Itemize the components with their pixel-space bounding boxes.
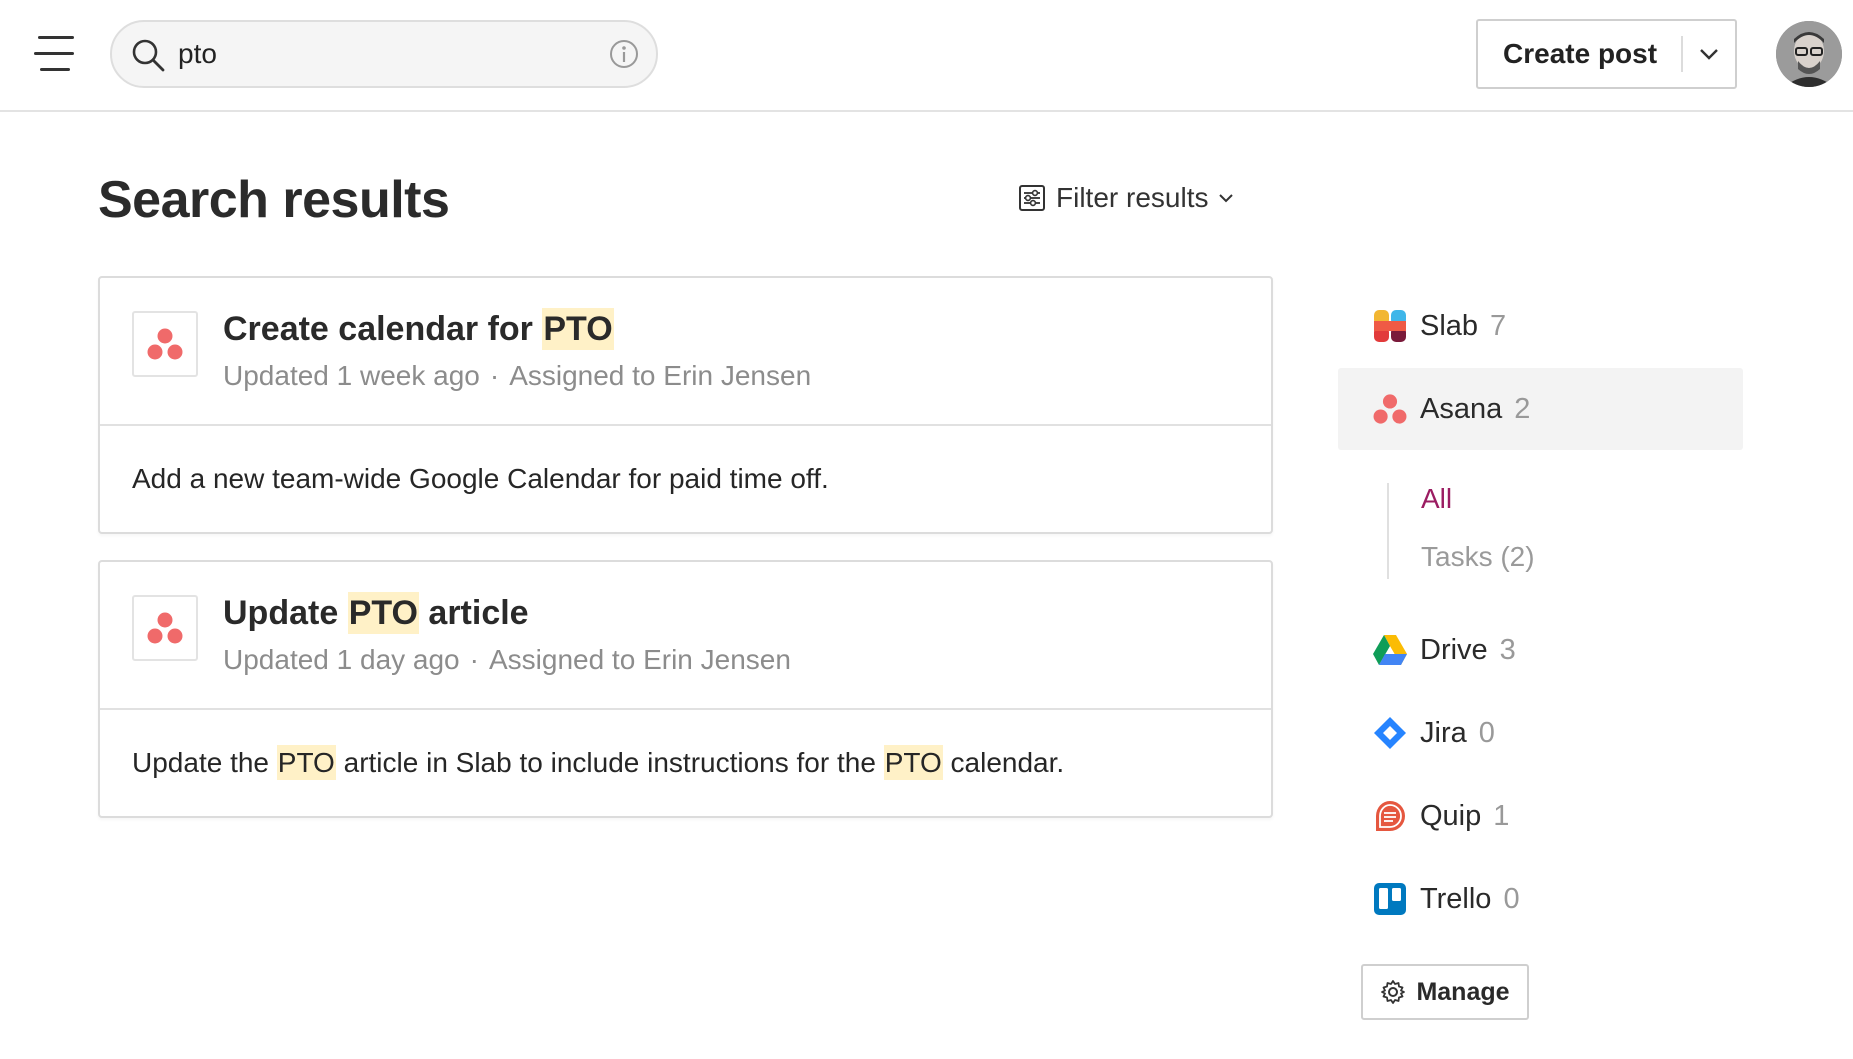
result-card[interactable]: Create calendar for PTO Updated 1 week a… — [98, 276, 1273, 534]
snippet-text: calendar. — [942, 747, 1065, 778]
source-name: Trello — [1420, 882, 1492, 915]
asana-icon — [147, 612, 183, 644]
source-count: 2 — [1514, 392, 1531, 425]
source-name: Slab — [1420, 309, 1479, 342]
result-assignee: Assigned to Erin Jensen — [509, 360, 812, 391]
app-root: Create post Search results — [0, 0, 1853, 1059]
result-title-text: Update — [223, 594, 348, 632]
result-title[interactable]: Create calendar for PTO — [223, 308, 614, 350]
source-filter-drive[interactable]: Drive 3 — [1338, 609, 1743, 691]
quip-icon — [1372, 798, 1408, 834]
result-assignee: Assigned to Erin Jensen — [488, 644, 791, 675]
sub-filter-all[interactable]: All — [1421, 483, 1452, 515]
result-card-header: Create calendar for PTO Updated 1 week a… — [100, 278, 1271, 426]
search-term-highlight: PTO — [276, 745, 336, 780]
jira-icon — [1372, 715, 1408, 751]
source-filter-trello[interactable]: Trello 0 — [1338, 858, 1743, 940]
search-term-highlight: PTO — [347, 592, 419, 634]
result-snippet: Update the PTO article in Slab to includ… — [100, 710, 1271, 816]
source-filter-jira[interactable]: Jira 0 — [1338, 692, 1743, 774]
search-box[interactable] — [110, 20, 658, 88]
info-icon[interactable] — [608, 38, 640, 70]
result-meta: Updated 1 day ago · Assigned to Erin Jense… — [223, 644, 791, 676]
source-count: 3 — [1499, 633, 1516, 666]
snippet-text: Update the — [132, 747, 277, 778]
filter-sliders-icon — [1019, 185, 1045, 211]
source-filter-slab[interactable]: Slab 7 — [1338, 285, 1743, 367]
chevron-down-icon — [1219, 194, 1234, 203]
trello-icon — [1372, 881, 1408, 917]
hamburger-menu-icon[interactable] — [34, 34, 76, 74]
chevron-down-icon[interactable] — [1683, 20, 1735, 88]
search-icon — [132, 39, 165, 72]
source-count: 0 — [1478, 716, 1495, 749]
asana-icon — [1372, 391, 1408, 427]
search-term-highlight: PTO — [883, 745, 943, 780]
source-count: 1 — [1493, 799, 1510, 832]
source-name: Drive — [1420, 633, 1488, 666]
source-name: Asana — [1420, 392, 1503, 425]
result-title[interactable]: Update PTO article — [223, 592, 529, 634]
asana-icon — [147, 328, 183, 360]
gear-icon — [1381, 980, 1406, 1004]
result-title-text: Create calendar for — [223, 310, 543, 348]
page-title: Search results — [98, 171, 450, 229]
result-card[interactable]: Update PTO article Updated 1 day ago · Ass… — [98, 560, 1273, 818]
asana-sub-filters: All Tasks (2) — [1387, 483, 1687, 579]
source-filter-quip[interactable]: Quip 1 — [1338, 775, 1743, 857]
result-card-header: Update PTO article Updated 1 day ago · Ass… — [100, 562, 1271, 710]
source-name: Quip — [1420, 799, 1482, 832]
manage-button[interactable]: Manage — [1361, 964, 1529, 1020]
slab-icon — [1372, 308, 1408, 344]
sub-filter-tasks[interactable]: Tasks (2) — [1421, 541, 1535, 573]
asana-app-tile — [132, 595, 198, 661]
filter-results-button[interactable]: Filter results — [1018, 178, 1234, 218]
meta-separator: · — [469, 644, 479, 675]
search-input[interactable] — [178, 32, 598, 76]
avatar[interactable] — [1776, 21, 1842, 87]
snippet-text: Add a new team-wide Google Calendar for … — [132, 463, 829, 494]
create-post-button[interactable]: Create post — [1476, 19, 1737, 89]
meta-separator: · — [489, 360, 500, 391]
manage-label: Manage — [1416, 977, 1510, 1006]
drive-icon — [1372, 632, 1408, 668]
result-updated: Updated 1 week ago — [223, 360, 480, 391]
filter-results-label: Filter results — [1056, 182, 1209, 213]
result-updated: Updated 1 day ago — [223, 644, 460, 675]
source-filter-asana[interactable]: Asana 2 — [1338, 368, 1743, 450]
search-term-highlight: PTO — [542, 308, 614, 350]
result-meta: Updated 1 week ago · Assigned to Erin Jens… — [223, 360, 811, 392]
source-count: 0 — [1503, 882, 1520, 915]
top-bar: Create post — [0, 0, 1853, 112]
result-snippet: Add a new team-wide Google Calendar for … — [100, 426, 1271, 532]
source-name: Jira — [1420, 716, 1467, 749]
result-title-suffix: article — [418, 594, 529, 632]
snippet-text: article in Slab to include instructions … — [335, 747, 884, 778]
asana-app-tile — [132, 311, 198, 377]
user-avatar-icon — [1776, 21, 1842, 87]
create-post-label: Create post — [1503, 38, 1658, 69]
source-count: 7 — [1490, 309, 1507, 342]
